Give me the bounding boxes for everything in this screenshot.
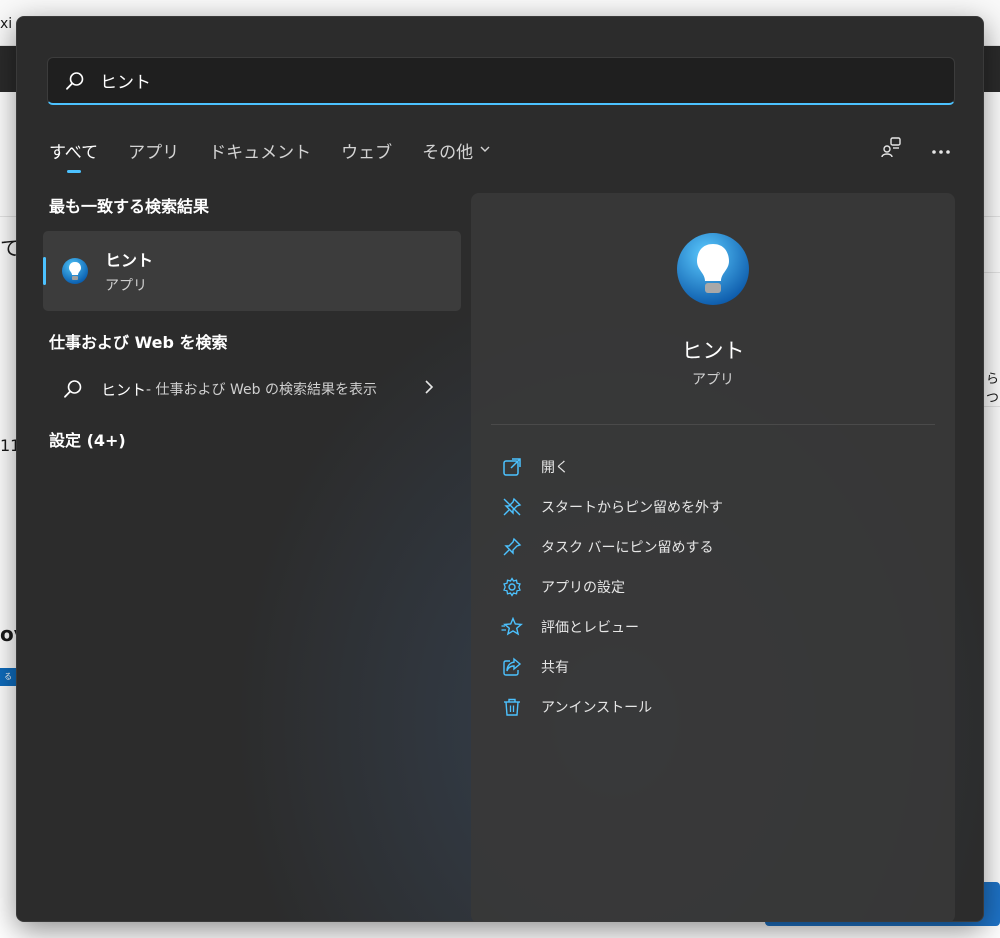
background-divider — [0, 216, 16, 217]
pin-icon — [501, 536, 523, 558]
background-text: xi — [0, 16, 13, 32]
web-search-result[interactable]: ヒント - 仕事および Web の検索結果を表示 — [43, 375, 461, 403]
detail-pane: ヒント アプリ 開く スタートからピン留めを外す タスク バーにピン留めする ア… — [471, 193, 955, 921]
best-match-heading: 最も一致する検索結果 — [49, 197, 210, 216]
web-search-heading: 仕事および Web を検索 — [49, 333, 228, 352]
action-label: 共有 — [541, 660, 569, 676]
background-divider — [984, 216, 1000, 217]
uninstall-action[interactable]: アンインストール — [501, 687, 723, 727]
action-label: スタートからピン留めを外す — [541, 500, 723, 516]
chevron-down-icon — [479, 140, 491, 160]
chevron-right-icon — [423, 379, 435, 399]
tips-lightbulb-icon — [61, 257, 89, 285]
tab-label: アプリ — [128, 142, 180, 163]
tab-more[interactable]: その他 — [422, 137, 491, 163]
web-search-query: ヒント — [101, 380, 147, 399]
background-divider — [984, 272, 1000, 273]
more-options-button[interactable] — [929, 137, 953, 161]
people-switch-icon — [880, 136, 902, 162]
tab-label: ウェブ — [341, 142, 393, 163]
account-switch-button[interactable] — [879, 137, 903, 161]
action-label: アプリの設定 — [541, 580, 625, 596]
tab-label: その他 — [422, 142, 474, 163]
detail-divider — [491, 424, 935, 425]
search-icon — [64, 70, 86, 92]
share-action[interactable]: 共有 — [501, 647, 723, 687]
action-label: アンインストール — [541, 700, 653, 716]
action-label: タスク バーにピン留めする — [541, 540, 714, 556]
tab-label: ドキュメント — [209, 142, 312, 163]
trash-icon — [501, 696, 523, 718]
best-match-result[interactable]: ヒント アプリ — [43, 231, 461, 311]
open-external-icon — [501, 456, 523, 478]
pin-taskbar-action[interactable]: タスク バーにピン留めする — [501, 527, 723, 567]
search-flyout: すべて アプリ ドキュメント ウェブ その他 最も一致する検索結果 — [16, 16, 984, 922]
settings-heading[interactable]: 設定 (4+) — [43, 427, 461, 451]
app-settings-action[interactable]: アプリの設定 — [501, 567, 723, 607]
search-icon — [63, 379, 85, 399]
results-column: 最も一致する検索結果 ヒント アプリ 仕事および Web を検索 ヒント - 仕… — [43, 193, 461, 451]
unpin-start-action[interactable]: スタートからピン留めを外す — [501, 487, 723, 527]
open-action[interactable]: 開く — [501, 447, 723, 487]
tab-label: すべて — [49, 142, 99, 163]
tab-apps[interactable]: アプリ — [128, 137, 179, 163]
best-match-type: アプリ — [105, 278, 147, 294]
detail-app-name: ヒント — [681, 339, 745, 363]
search-input[interactable] — [100, 70, 880, 91]
more-dots-icon — [931, 140, 951, 159]
rate-review-action[interactable]: 評価とレビュー — [501, 607, 723, 647]
background-divider — [984, 406, 1000, 407]
unpin-icon — [501, 496, 523, 518]
detail-app-type: アプリ — [692, 372, 734, 388]
tab-documents[interactable]: ドキュメント — [209, 137, 311, 163]
detail-actions: 開く スタートからピン留めを外す タスク バーにピン留めする アプリの設定 評価… — [501, 447, 723, 727]
web-search-suffix: - 仕事および Web の検索結果を表示 — [146, 382, 377, 398]
flyout-toolbar — [879, 137, 953, 161]
tips-lightbulb-icon — [675, 231, 751, 307]
background-text: らつ — [986, 372, 1000, 406]
action-label: 開く — [541, 460, 569, 476]
share-icon — [501, 656, 523, 678]
best-match-name: ヒント — [105, 251, 154, 270]
filter-tabs: すべて アプリ ドキュメント ウェブ その他 — [49, 137, 491, 173]
star-review-icon — [501, 616, 523, 638]
tab-all[interactable]: すべて — [49, 137, 98, 163]
background-badge: る — [0, 668, 16, 686]
action-label: 評価とレビュー — [541, 620, 639, 636]
search-box[interactable] — [47, 57, 955, 105]
tab-web[interactable]: ウェブ — [341, 137, 392, 163]
gear-icon — [501, 576, 523, 598]
